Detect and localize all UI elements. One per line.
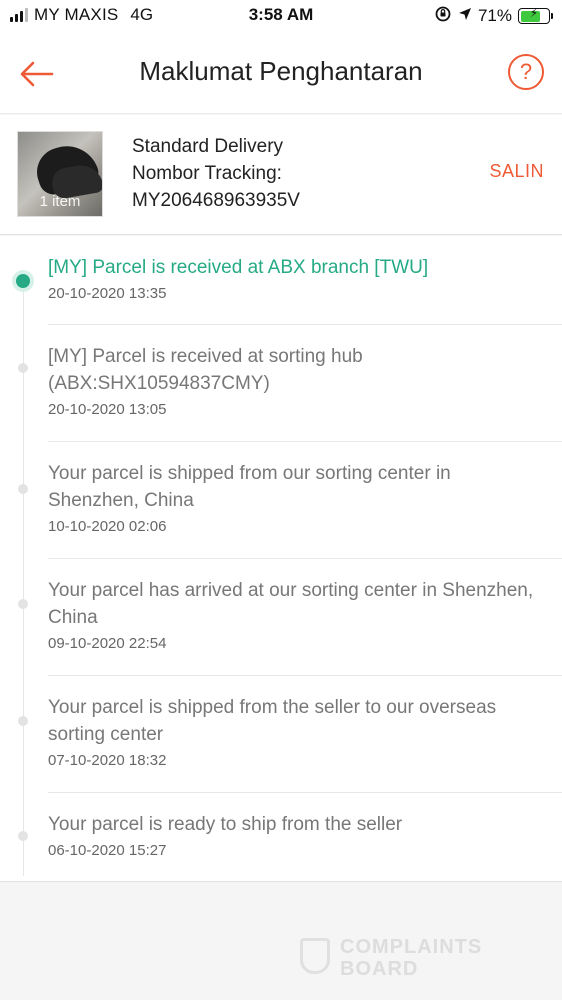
timeline-dot <box>18 363 28 373</box>
delivery-type: Standard Delivery <box>132 136 284 157</box>
charging-bolt-icon: ⚡ <box>529 6 539 20</box>
timeline-dot <box>18 484 28 494</box>
event-description: Your parcel has arrived at our sorting c… <box>48 580 534 628</box>
network-type: 4G <box>130 5 154 24</box>
timeline-event: Your parcel is shipped from the seller t… <box>18 676 562 793</box>
status-right: 71% ⚡ <box>434 5 553 27</box>
timeline-event: Your parcel is ready to ship from the se… <box>18 793 562 882</box>
back-button[interactable] <box>14 54 58 94</box>
back-arrow-icon <box>20 61 54 87</box>
watermark-line2: BOARD <box>340 958 419 980</box>
page-title: Maklumat Penghantaran <box>139 56 423 86</box>
timeline-dot <box>18 599 28 609</box>
event-description: [MY] Parcel is received at ABX branch [T… <box>48 257 429 278</box>
carrier-name: MY MAXIS <box>34 5 119 24</box>
header: Maklumat Penghantaran ? <box>0 34 562 114</box>
timeline-event: Your parcel is shipped from our sorting … <box>18 442 562 559</box>
product-thumbnail[interactable]: 1 item <box>17 131 103 217</box>
help-icon: ? <box>519 59 533 84</box>
timeline-dot-active <box>16 274 30 288</box>
signal-icon <box>10 8 28 22</box>
timeline-event: [MY] Parcel is received at ABX branch [T… <box>16 236 562 325</box>
event-timestamp: 20-10-2020 13:05 <box>48 401 167 418</box>
event-timestamp: 20-10-2020 13:35 <box>48 285 167 302</box>
item-count: 1 item <box>39 193 81 210</box>
battery-percent: 71% <box>477 6 512 25</box>
help-button[interactable]: ? <box>508 54 544 90</box>
timeline-dot <box>18 831 28 841</box>
timeline-event: Your parcel has arrived at our sorting c… <box>18 559 562 676</box>
event-timestamp: 06-10-2020 15:27 <box>48 842 167 859</box>
orientation-lock-icon <box>434 5 452 27</box>
shipment-card: 1 item Standard Delivery Nombor Tracking… <box>0 115 562 235</box>
event-timestamp: 10-10-2020 02:06 <box>48 518 167 535</box>
event-description: Your parcel is shipped from our sorting … <box>48 463 451 511</box>
event-description: [MY] Parcel is received at sorting hub (… <box>48 346 363 394</box>
status-left: MY MAXIS 4G <box>10 5 153 25</box>
delivery-info: Standard Delivery Nombor Tracking: MY206… <box>132 133 300 214</box>
event-description: Your parcel is shipped from the seller t… <box>48 697 497 745</box>
watermark: COMPLAINTS BOARD <box>300 936 530 980</box>
screen: MY MAXIS 4G 3:58 AM 71% ⚡ Maklumat Pengh… <box>0 0 562 1000</box>
copy-tracking-button[interactable]: SALIN <box>489 161 544 182</box>
watermark-line1: COMPLAINTS <box>340 936 483 958</box>
event-timestamp: 07-10-2020 18:32 <box>48 752 167 769</box>
event-description: Your parcel is ready to ship from the se… <box>48 814 403 835</box>
location-arrow-icon <box>458 7 472 25</box>
battery-icon: ⚡ <box>518 6 553 24</box>
tracking-number: MY206468963935V <box>132 190 300 211</box>
event-timestamp: 09-10-2020 22:54 <box>48 635 167 652</box>
tracking-timeline: [MY] Parcel is received at ABX branch [T… <box>0 236 562 882</box>
status-bar: MY MAXIS 4G 3:58 AM 71% ⚡ <box>0 0 562 34</box>
timeline-event: [MY] Parcel is received at sorting hub (… <box>18 325 562 442</box>
tracking-label: Nombor Tracking: <box>132 163 282 184</box>
timeline-dot <box>18 716 28 726</box>
watermark-shield-icon <box>300 938 330 974</box>
